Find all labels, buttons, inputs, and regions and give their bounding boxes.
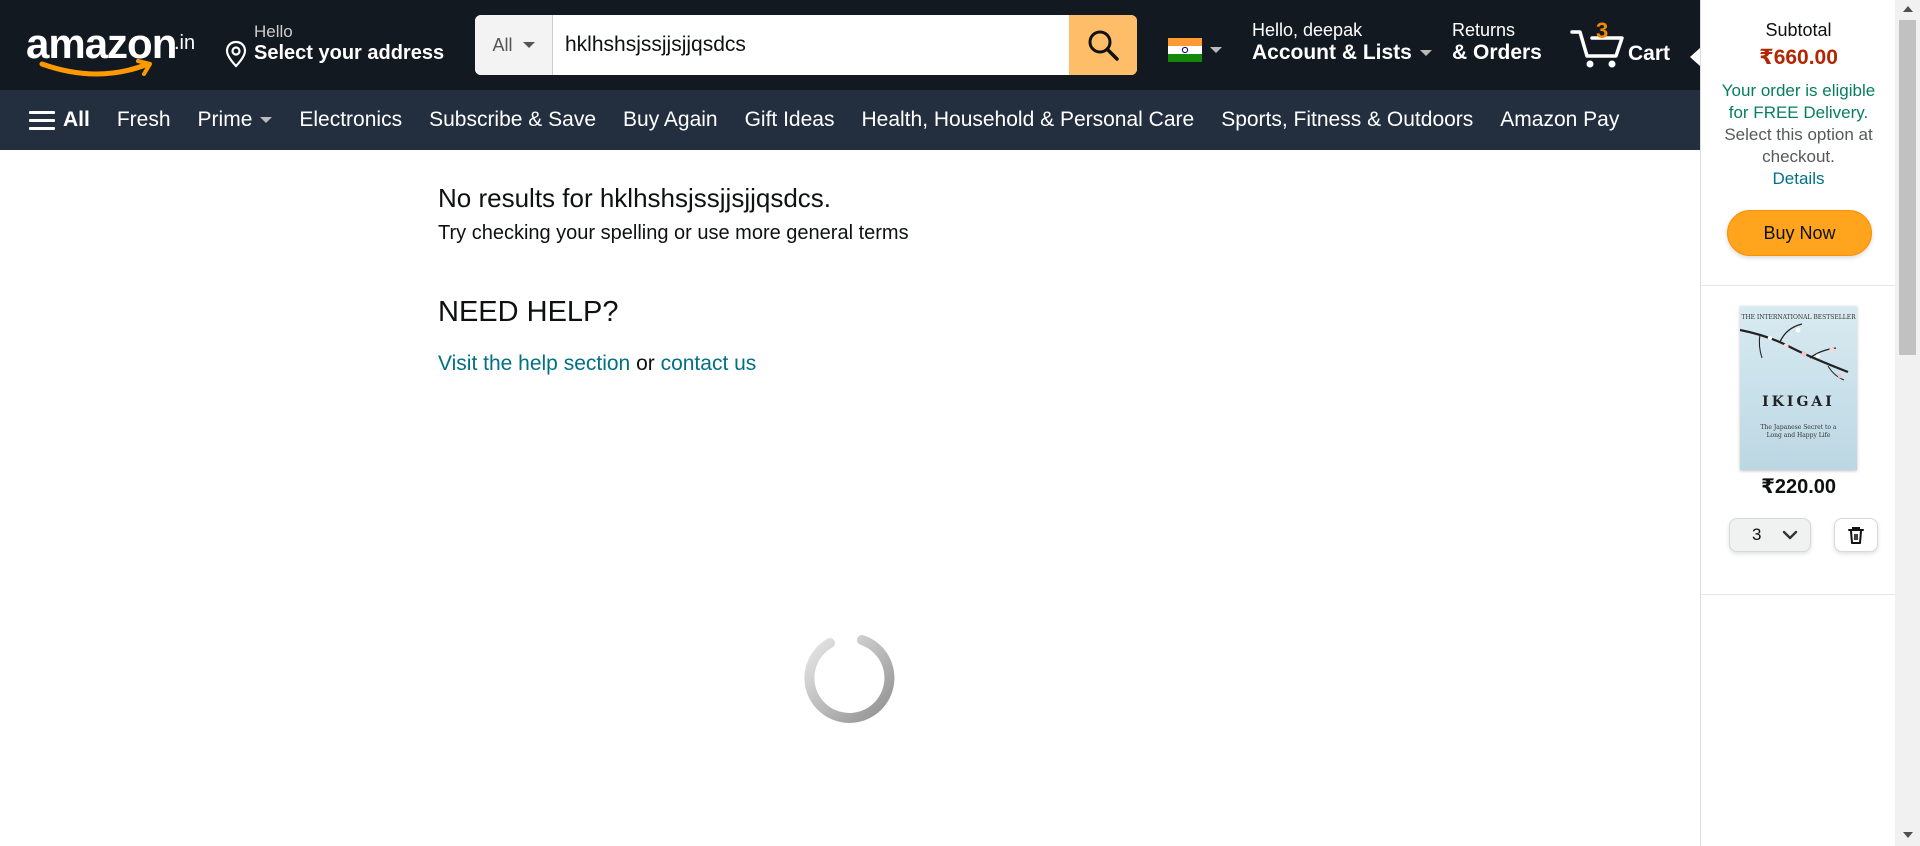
search-button[interactable] xyxy=(1069,15,1137,75)
scroll-up-arrow-icon[interactable] xyxy=(1903,6,1913,12)
top-header: amazon .in Hello Select your address All xyxy=(0,0,1700,90)
divider xyxy=(1701,285,1896,286)
page: amazon .in Hello Select your address All xyxy=(0,0,1920,846)
address-select: Select your address xyxy=(254,42,445,64)
address-hello: Hello xyxy=(254,22,293,41)
book-cover-topline: THE INTERNATIONAL BESTSELLER xyxy=(1741,314,1856,321)
free-delivery-notice: Your order is eligible for FREE Delivery… xyxy=(1713,80,1884,190)
no-results-heading: No results for hklhshsjssjjsjjqsdcs. xyxy=(438,183,831,214)
spelling-hint: Try checking your spelling or use more g… xyxy=(438,222,909,244)
need-help-heading: NEED HELP? xyxy=(438,296,619,328)
logo-tld: .in xyxy=(174,32,196,54)
chevron-down-icon xyxy=(1419,50,1432,56)
free-delivery-checkout-text: Select this option at checkout. xyxy=(1724,125,1873,166)
cart-item-image[interactable]: THE INTERNATIONAL BESTSELLER IKIGAI The … xyxy=(1740,306,1857,470)
account-and-lists[interactable]: Hello, deepak Account & Lists xyxy=(1252,20,1432,65)
orders-label: & Orders xyxy=(1452,41,1542,64)
returns-label: Returns xyxy=(1452,20,1516,40)
cart-count-badge: 3 xyxy=(1596,18,1609,43)
nav-item-health-household[interactable]: Health, Household & Personal Care xyxy=(861,108,1194,132)
quantity-value: 3 xyxy=(1752,525,1762,544)
chevron-down-icon xyxy=(1782,530,1798,540)
nav-item-gift-ideas[interactable]: Gift Ideas xyxy=(745,108,835,132)
logo-smile-icon xyxy=(39,59,152,77)
help-section-link[interactable]: Visit the help section xyxy=(438,352,630,375)
delete-item-button[interactable] xyxy=(1834,518,1878,552)
returns-and-orders[interactable]: Returns & Orders xyxy=(1452,20,1542,65)
hamburger-icon xyxy=(29,110,55,130)
buy-now-button[interactable]: Buy Now xyxy=(1727,210,1872,256)
free-delivery-text: Your order is eligible for FREE Delivery… xyxy=(1721,81,1876,122)
no-results-suffix: . xyxy=(823,183,832,213)
quantity-dropdown[interactable]: 3 xyxy=(1729,518,1811,552)
nav-all-label: All xyxy=(63,108,90,131)
account-lists-label: Account & Lists xyxy=(1252,41,1412,64)
no-results-prefix: No results for xyxy=(438,183,600,213)
nav-item-prime-label: Prime xyxy=(197,108,253,131)
subtotal-amount: ₹660.00 xyxy=(1759,46,1838,69)
chevron-down-icon xyxy=(1210,47,1222,53)
search-icon xyxy=(1088,30,1119,61)
page-scrollbar[interactable] xyxy=(1895,0,1920,846)
nav-all-menu[interactable]: All xyxy=(29,108,90,132)
nav-item-sports-fitness[interactable]: Sports, Fitness & Outdoors xyxy=(1221,108,1473,132)
main-nav: All Fresh Prime Electronics Subscribe & … xyxy=(0,90,1700,150)
search-category-dropdown[interactable]: All xyxy=(475,15,553,75)
nav-item-buy-again[interactable]: Buy Again xyxy=(623,108,718,132)
book-cover-subtitle: The Japanese Secret to a Long and Happy … xyxy=(1760,424,1837,439)
cart-flyout: Subtotal ₹660.00 Your order is eligible … xyxy=(1700,0,1896,846)
india-flag-icon xyxy=(1168,38,1202,62)
scroll-down-arrow-icon[interactable] xyxy=(1903,832,1913,838)
subtotal-label: Subtotal xyxy=(1765,20,1832,40)
no-results-query: hklhshsjssjjsjjqsdcs xyxy=(599,183,824,213)
nav-item-amazon-pay[interactable]: Amazon Pay xyxy=(1500,108,1619,132)
search-bar: All xyxy=(475,15,1137,75)
location-pin-icon xyxy=(225,40,247,68)
chevron-down-icon xyxy=(522,42,535,48)
help-or-text: or xyxy=(630,352,661,375)
chevron-down-icon xyxy=(260,117,273,123)
cart-button[interactable]: 3 Cart xyxy=(1570,18,1680,73)
cart-label: Cart xyxy=(1628,42,1671,65)
scroll-thumb[interactable] xyxy=(1899,20,1916,355)
search-input[interactable] xyxy=(553,15,1069,75)
book-cover-title: IKIGAI xyxy=(1762,394,1835,410)
nav-item-electronics[interactable]: Electronics xyxy=(299,108,402,132)
item-price: ₹220.00 xyxy=(1760,476,1837,498)
account-greeting: Hello, deepak xyxy=(1252,20,1363,40)
trash-icon xyxy=(1848,527,1864,544)
language-selector[interactable] xyxy=(1168,38,1222,62)
nav-item-subscribe-save[interactable]: Subscribe & Save xyxy=(429,108,596,132)
details-link[interactable]: Details xyxy=(1773,169,1825,188)
spinner-icon xyxy=(804,635,895,723)
help-line: Visit the help section or contact us xyxy=(438,352,756,376)
nav-item-prime[interactable]: Prime xyxy=(198,108,273,132)
flyout-pointer xyxy=(1690,48,1700,66)
nav-item-fresh[interactable]: Fresh xyxy=(117,108,171,132)
contact-us-link[interactable]: contact us xyxy=(661,352,757,375)
divider xyxy=(1701,594,1896,595)
amazon-logo[interactable]: amazon .in xyxy=(24,18,204,77)
search-category-label: All xyxy=(492,34,513,55)
